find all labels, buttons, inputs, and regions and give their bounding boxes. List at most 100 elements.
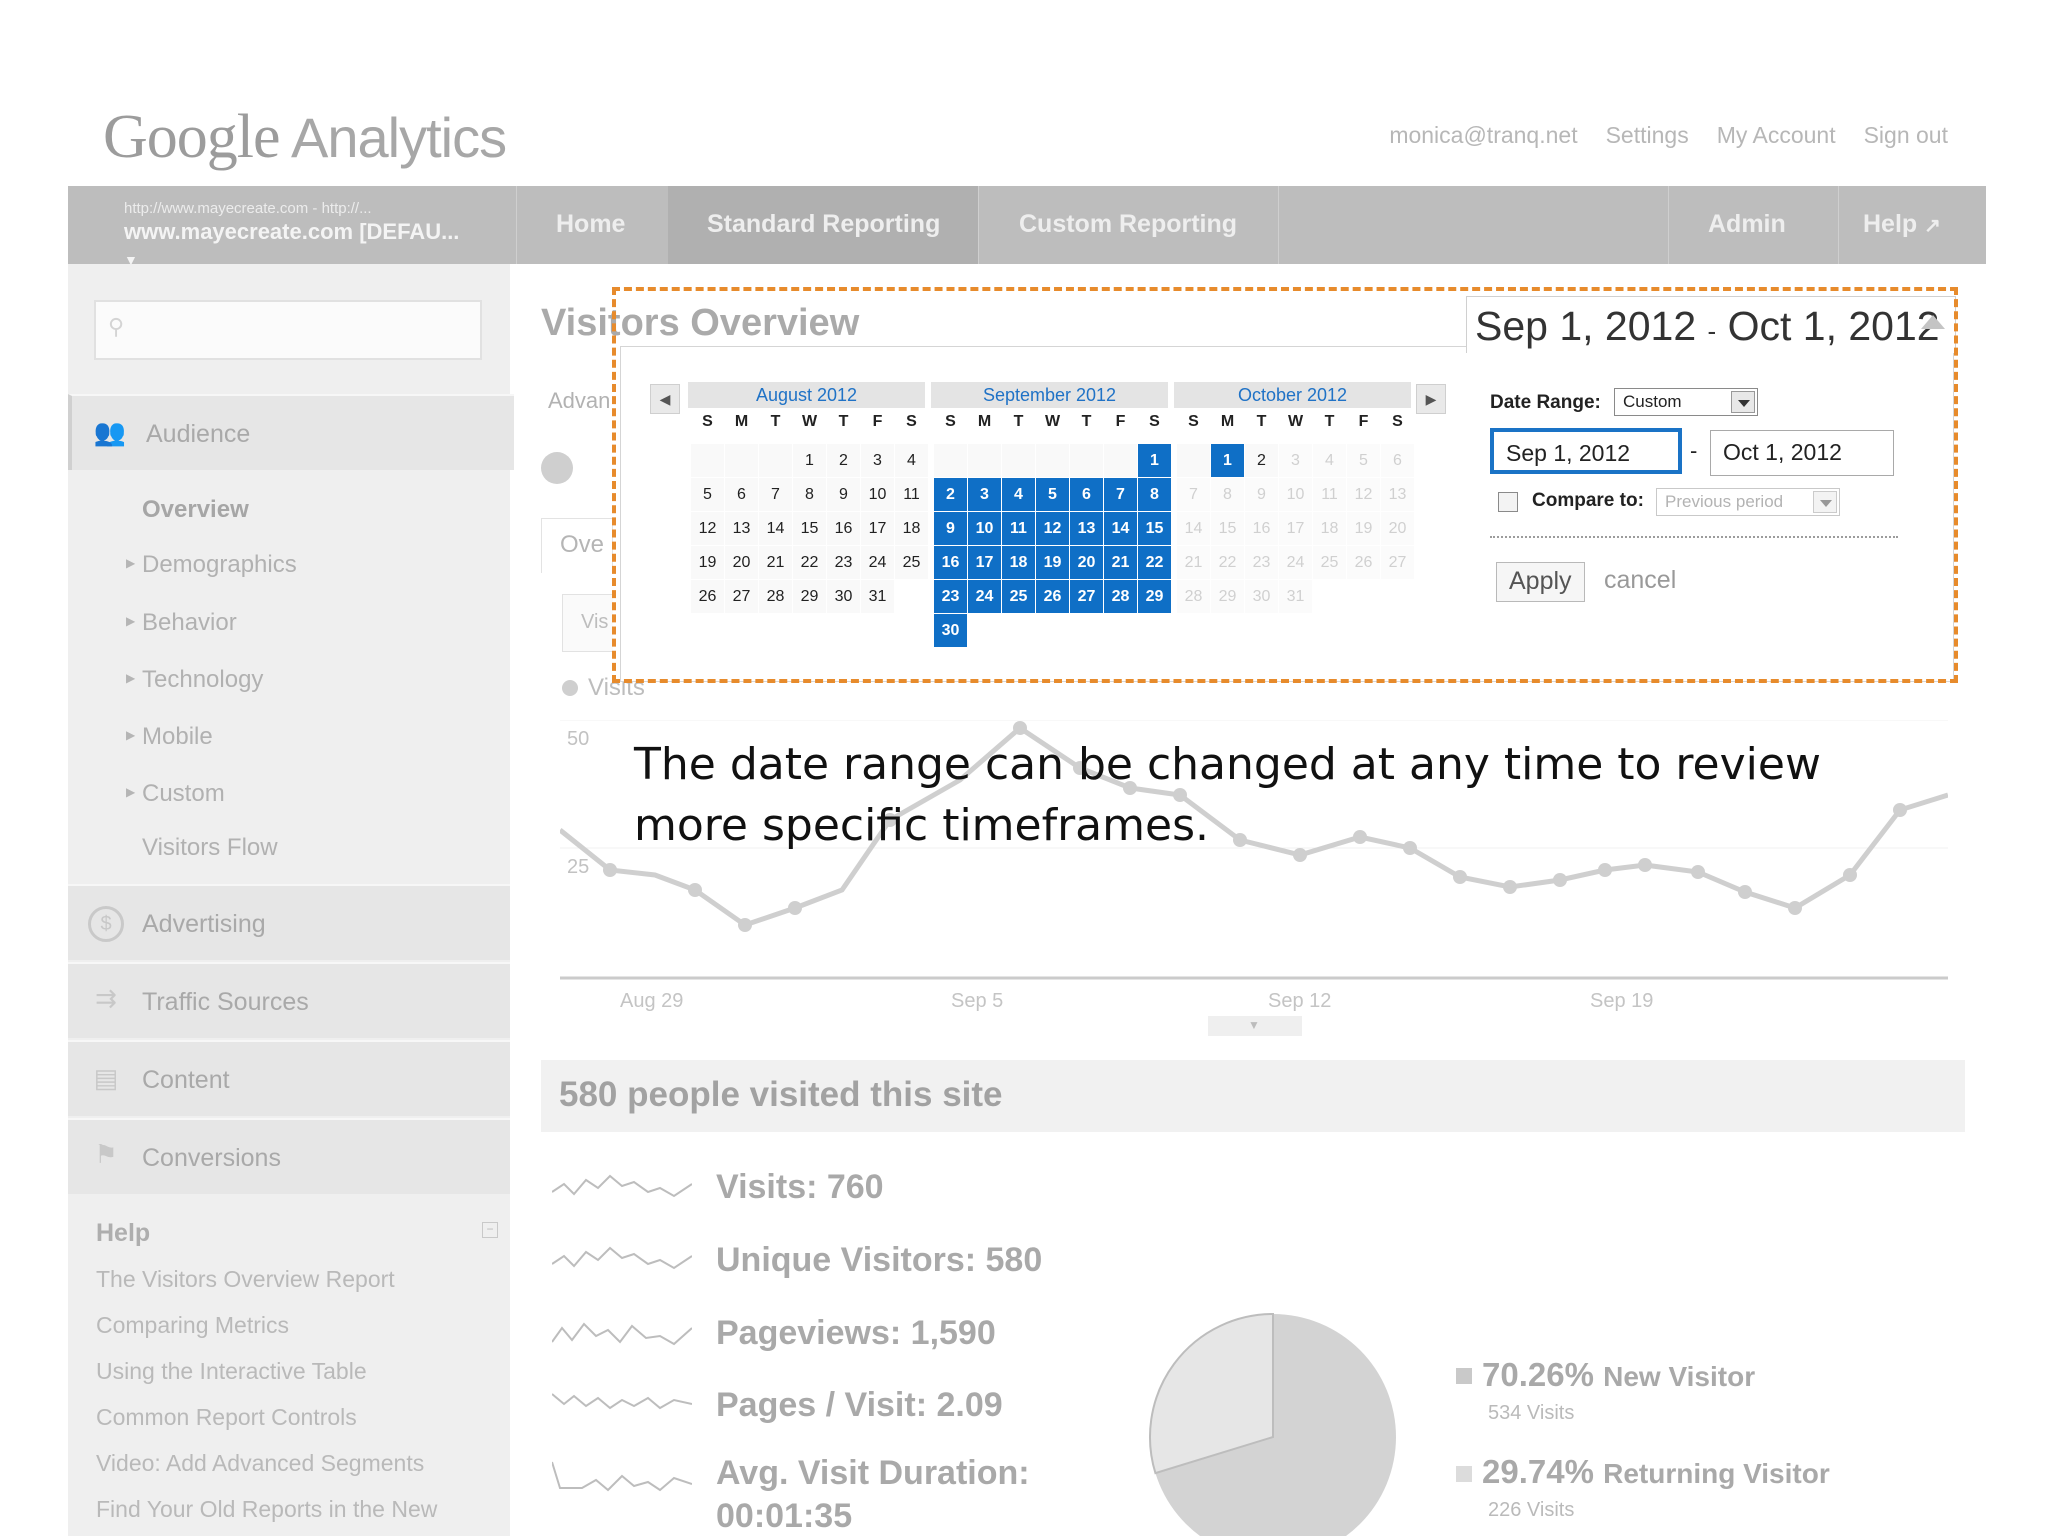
- x-tick-label: Sep 5: [951, 990, 1004, 1012]
- sidebar-item-mobile[interactable]: Mobile: [142, 723, 213, 751]
- sidebar-label: Audience: [146, 420, 251, 448]
- expand-arrow-icon: ▶: [126, 556, 136, 570]
- sign-out-link[interactable]: Sign out: [1864, 122, 1948, 149]
- sidebar-item-visitors-flow[interactable]: Visitors Flow: [142, 834, 278, 862]
- sidebar-label: Conversions: [142, 1144, 281, 1172]
- new-visitor-pct: 70.26%: [1482, 1356, 1594, 1393]
- flag-icon: ⚑: [94, 1139, 118, 1169]
- metric-avg-visit-duration[interactable]: Avg. Visit Duration:: [716, 1454, 1030, 1493]
- metric-visits[interactable]: Visits: 760: [716, 1168, 884, 1207]
- settings-link[interactable]: Settings: [1606, 122, 1689, 149]
- sidebar-label: Content: [142, 1066, 230, 1094]
- new-visitor-visits: 534 Visits: [1488, 1402, 1575, 1424]
- sparkline-pages-per-visit: [552, 1393, 692, 1410]
- returning-visitor-visits: 226 Visits: [1488, 1499, 1575, 1521]
- segment-toggle-icon[interactable]: [541, 452, 573, 484]
- sidebar-section-advertising[interactable]: $ Advertising: [68, 884, 510, 960]
- x-tick-label: Sep 12: [1268, 990, 1332, 1012]
- sparkline-unique-visitors: [552, 1246, 692, 1270]
- help-link[interactable]: Common Report Controls: [96, 1404, 357, 1431]
- sidebar-item-technology[interactable]: Technology: [142, 666, 263, 694]
- sidebar-label: Advertising: [142, 910, 266, 938]
- metric-select-button[interactable]: Vis: [562, 594, 613, 652]
- content-icon: ▤: [93, 1063, 119, 1093]
- metric-unique-visitors[interactable]: Unique Visitors: 580: [716, 1241, 1042, 1280]
- main-nav-bar: http://www.mayecreate.com - http://... w…: [68, 186, 1986, 268]
- metric-pages-per-visit[interactable]: Pages / Visit: 2.09: [716, 1386, 1003, 1425]
- x-tick-label: Aug 29: [620, 990, 684, 1012]
- metric-select-label: Vis: [581, 611, 609, 633]
- nav-divider: [1838, 186, 1839, 264]
- my-account-link[interactable]: My Account: [1717, 122, 1836, 149]
- sidebar-item-overview[interactable]: Overview: [142, 496, 249, 524]
- sidebar-item-demographics[interactable]: Demographics: [142, 551, 297, 579]
- sparkline-visits: [552, 1174, 692, 1198]
- nav-admin[interactable]: Admin: [1708, 210, 1786, 239]
- sidebar-item-custom[interactable]: Custom: [142, 780, 225, 808]
- tab-overview[interactable]: Ove: [541, 518, 613, 573]
- summary-title: 580 people visited this site: [559, 1075, 1003, 1114]
- nav-standard-reporting[interactable]: Standard Reporting: [707, 210, 940, 239]
- sidebar-item-behavior[interactable]: Behavior: [142, 609, 237, 637]
- metric-pageviews[interactable]: Pageviews: 1,590: [716, 1314, 996, 1353]
- legend-new-visitor: 70.26% New Visitor: [1482, 1356, 1755, 1394]
- sidebar-section-traffic-sources[interactable]: ⇉ Traffic Sources: [68, 962, 510, 1038]
- legend-swatch-returning: [1456, 1466, 1472, 1482]
- nav-help-label: Help: [1863, 210, 1918, 238]
- logo-product-text: Analytics: [291, 106, 507, 169]
- arrows-icon: ⇉: [95, 983, 117, 1013]
- returning-visitor-label: Returning Visitor: [1603, 1458, 1830, 1489]
- nav-custom-reporting[interactable]: Custom Reporting: [1019, 210, 1237, 239]
- tab-overview-label: Ove: [560, 531, 605, 558]
- help-link[interactable]: Find Your Old Reports in the New: [96, 1496, 437, 1523]
- help-link[interactable]: Using the Interactive Table: [96, 1358, 367, 1385]
- nav-divider: [978, 186, 979, 264]
- chevron-down-icon: ▼: [1248, 1018, 1260, 1032]
- expand-arrow-icon: ▶: [126, 785, 136, 799]
- nav-divider: [1668, 186, 1669, 264]
- external-link-icon: ↗: [1924, 215, 1941, 237]
- profile-url: http://www.mayecreate.com - http://...: [124, 200, 372, 217]
- dollar-icon: $: [88, 906, 124, 942]
- sidebar-section-audience[interactable]: 👥 Audience: [68, 394, 514, 470]
- nav-divider: [516, 186, 517, 264]
- sparkline-pageviews: [552, 1322, 692, 1346]
- nav-divider: [1278, 186, 1279, 264]
- expand-arrow-icon: ▶: [126, 728, 136, 742]
- legend-swatch-new: [1456, 1368, 1472, 1384]
- sparkline-avg-duration: [552, 1461, 692, 1492]
- sidebar-label: Traffic Sources: [142, 988, 309, 1016]
- nav-help[interactable]: Help ↗: [1863, 210, 1941, 239]
- sidebar-section-content[interactable]: ▤ Content: [68, 1040, 510, 1116]
- visitor-type-pie-chart: [1149, 1312, 1396, 1536]
- annotation-caption: The date range can be changed at any tim…: [634, 739, 1821, 851]
- highlight-annotation-box: [612, 287, 1958, 683]
- chart-resize-handle[interactable]: ▼: [1208, 1016, 1302, 1036]
- help-link[interactable]: Video: Add Advanced Segments: [96, 1450, 424, 1477]
- sidebar: ⚲ 👥 Audience Overview ▶ Demographics ▶ B…: [68, 264, 514, 1536]
- expand-arrow-icon: ▶: [126, 671, 136, 685]
- visits-legend-dot: [562, 680, 578, 696]
- sidebar-section-conversions[interactable]: ⚑ Conversions: [68, 1118, 510, 1194]
- help-title: Help: [96, 1219, 151, 1247]
- help-link[interactable]: Comparing Metrics: [96, 1312, 289, 1339]
- logo-google-text: Google: [103, 103, 281, 171]
- profile-name: www.mayecreate.com [DEFAU...: [124, 219, 460, 244]
- new-visitor-label: New Visitor: [1603, 1361, 1756, 1392]
- collapse-icon[interactable]: −: [482, 1222, 498, 1238]
- sidebar-search-input[interactable]: ⚲: [94, 300, 482, 360]
- nav-home[interactable]: Home: [556, 210, 625, 239]
- top-links: monica@tranq.net Settings My Account Sig…: [1389, 122, 1948, 149]
- audience-icon: 👥: [93, 417, 127, 447]
- expand-arrow-icon: ▶: [126, 614, 136, 628]
- user-email[interactable]: monica@tranq.net: [1389, 122, 1577, 149]
- advanced-segments-link[interactable]: Advan: [548, 388, 610, 414]
- search-icon: ⚲: [108, 314, 125, 339]
- metric-avg-visit-duration-value: 00:01:35: [716, 1497, 853, 1535]
- profile-selector[interactable]: http://www.mayecreate.com - http://... w…: [124, 200, 464, 271]
- help-link[interactable]: The Visitors Overview Report: [96, 1266, 395, 1293]
- legend-returning-visitor: 29.74% Returning Visitor: [1482, 1453, 1830, 1491]
- google-analytics-logo: Google Analytics: [103, 102, 507, 173]
- returning-visitor-pct: 29.74%: [1482, 1453, 1594, 1490]
- x-tick-label: Sep 19: [1590, 990, 1654, 1012]
